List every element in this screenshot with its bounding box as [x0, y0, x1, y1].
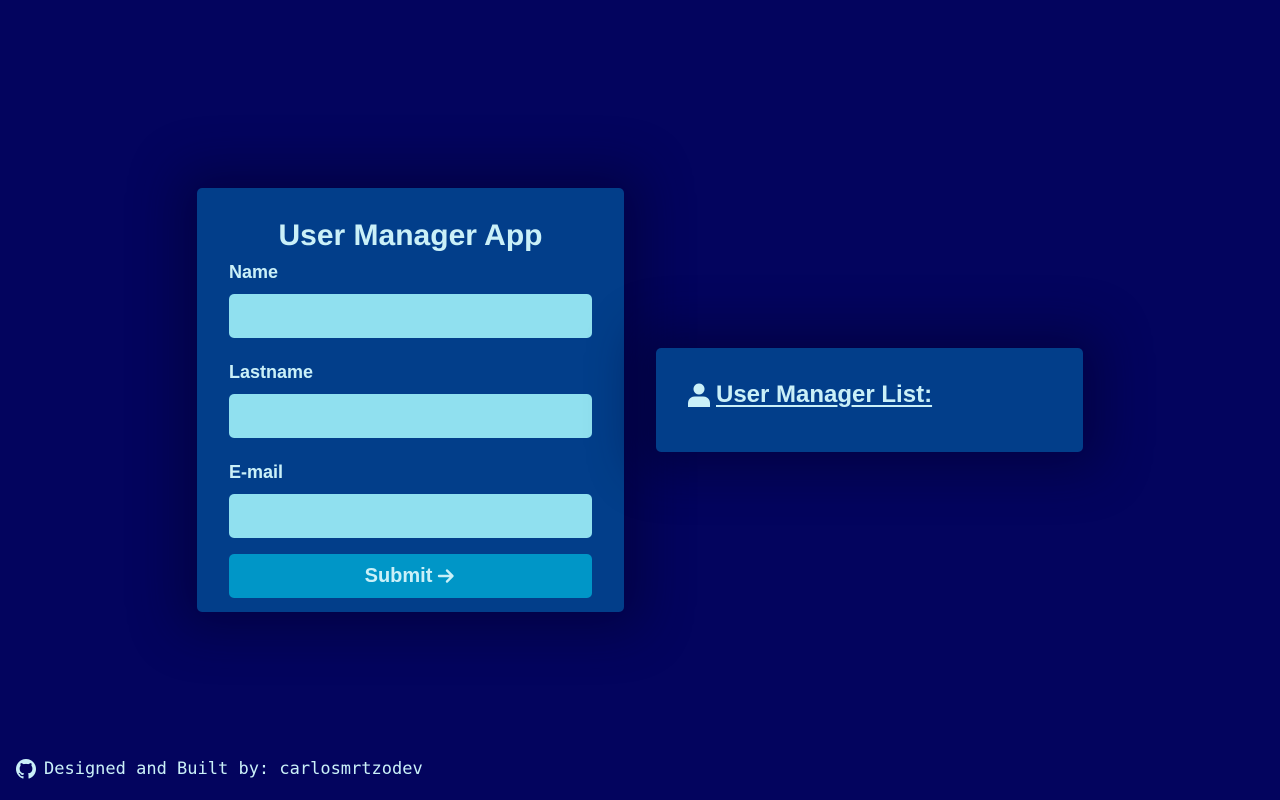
page: User Manager App Name Lastname E-mail Su… [0, 0, 1280, 800]
lastname-input[interactable] [229, 394, 592, 438]
email-input[interactable] [229, 494, 592, 538]
footer: Designed and Built by: carlosmrtzodev [16, 759, 423, 779]
submit-label: Submit [364, 564, 433, 587]
user-list-panel: User Manager List: [656, 348, 1083, 452]
arrow-right-icon [436, 566, 456, 586]
name-input[interactable] [229, 294, 592, 338]
user-list-title: User Manager List: [716, 381, 933, 408]
lastname-label: Lastname [229, 362, 314, 382]
user-list-heading: User Manager List: [688, 380, 1051, 410]
submit-button[interactable]: Submit [229, 554, 592, 598]
email-label: E-mail [229, 462, 284, 482]
form-title: User Manager App [278, 219, 543, 252]
footer-credit: Designed and Built by: carlosmrtzodev [44, 759, 423, 779]
github-icon[interactable] [16, 759, 36, 779]
user-icon [688, 383, 710, 407]
user-form: User Manager App Name Lastname E-mail Su… [197, 188, 624, 612]
name-label: Name [229, 262, 279, 282]
